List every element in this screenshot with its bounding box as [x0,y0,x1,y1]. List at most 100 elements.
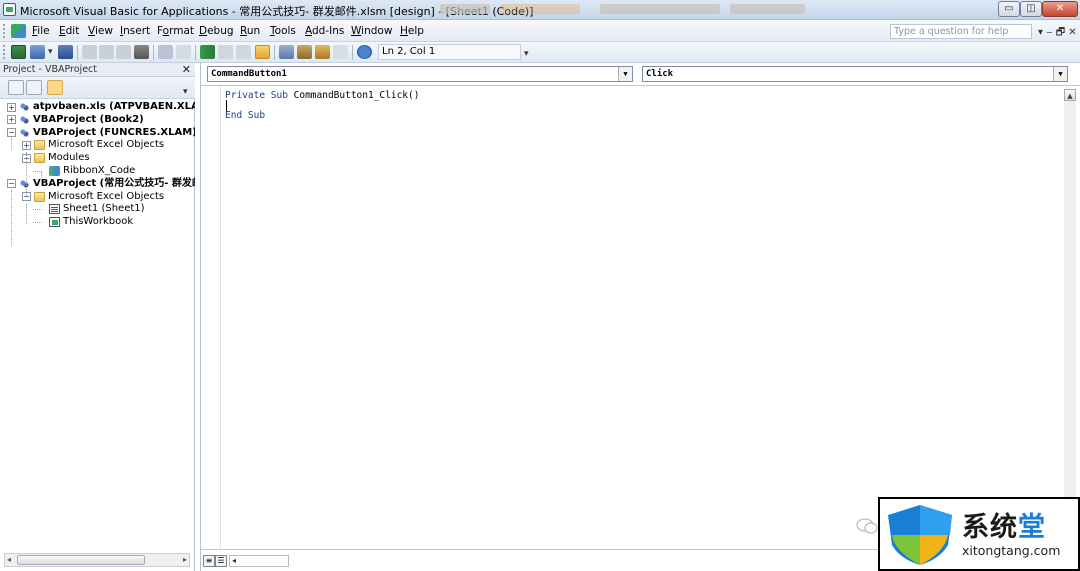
code-line[interactable]: End Sub [225,110,265,122]
tree-expander-icon[interactable]: + [22,140,31,150]
procedure-view-icon[interactable]: ≡ [203,555,215,567]
chevron-down-icon[interactable]: ▼ [618,67,632,81]
object-combo[interactable]: CommandButton1 ▼ [207,66,633,82]
toolbar-grip[interactable] [3,45,6,59]
tree-expander-icon[interactable]: + [7,115,16,125]
menubar-grip[interactable] [3,24,6,38]
scroll-thumb[interactable] [17,555,145,565]
menu-insert[interactable]: Insert [120,25,150,37]
redo-icon[interactable] [176,45,191,59]
vba-project-icon [19,114,30,125]
run-icon[interactable] [200,45,215,59]
module-icon [49,166,60,176]
watermark-brand-highlight: 堂 [1018,512,1046,543]
undo-icon[interactable] [158,45,173,59]
reset-icon[interactable] [236,45,251,59]
dropdown-arrow-icon[interactable]: ▾ [48,47,53,57]
blurred-taskbar-item [440,4,490,14]
menu-run[interactable]: Run [240,25,260,37]
menu-debug[interactable]: Debug [199,25,234,37]
view-code-icon[interactable] [8,80,24,95]
menu-edit[interactable]: Edit [59,25,79,37]
toolbar-separator [352,45,353,60]
scroll-left-icon[interactable]: ◂ [232,556,236,565]
code-horizontal-scrollbar[interactable] [229,555,289,567]
tree-item[interactable]: VBAProject (Book2) [33,114,144,126]
cursor-position-label: Ln 2, Col 1 [378,44,521,60]
chevron-down-icon[interactable]: ▼ [1053,67,1067,81]
project-explorer-icon[interactable] [279,45,294,59]
menu-file[interactable]: File [32,25,50,37]
toolbox-icon[interactable] [333,45,348,59]
insert-userform-icon[interactable] [30,45,45,59]
code-line[interactable]: Private Sub CommandButton1_Click() [225,90,419,102]
close-button[interactable]: ✕ [1042,1,1078,17]
paste-icon[interactable] [116,45,131,59]
tree-item[interactable]: ThisWorkbook [63,216,133,228]
scroll-right-icon[interactable]: ▸ [183,554,187,566]
toggle-folders-icon[interactable] [47,80,63,95]
menu-format[interactable]: Format [157,25,194,37]
toolbar-options-icon[interactable]: ▾ [183,87,188,97]
code-window: CommandButton1 ▼ Click ▼ Private Sub Com… [200,63,1080,571]
help-icon[interactable] [357,45,372,59]
watermark-brand-text: 系统 [962,512,1018,543]
wechat-logo-icon [856,518,878,534]
tree-item[interactable]: Microsoft Excel Objects [48,139,164,151]
design-mode-icon[interactable] [255,45,270,59]
tree-item[interactable]: VBAProject (常用公式技巧- 群发邮件.xlsm) [33,178,195,190]
view-excel-icon[interactable] [11,45,26,59]
tree-connector [26,152,27,196]
properties-window-icon[interactable] [297,45,312,59]
tree-item[interactable]: Modules [48,152,90,164]
shield-logo-icon [888,505,952,565]
folder-icon [34,191,45,202]
project-horizontal-scrollbar[interactable]: ◂ ▸ [4,553,190,567]
restore-button[interactable]: ◫ [1020,1,1042,17]
project-panel-close-icon[interactable]: ✕ [182,63,191,76]
excel-icon[interactable] [11,24,26,38]
code-keyword: End Sub [225,110,266,121]
menu-add-ins[interactable]: Add-Ins [305,25,344,37]
break-icon[interactable] [218,45,233,59]
copy-icon[interactable] [99,45,114,59]
code-text: CommandButton1_Click() [287,90,420,101]
cut-icon[interactable] [82,45,97,59]
tree-item-label: atpvbaen.xls (ATPVBAEN.XLAM) [33,101,195,112]
blurred-taskbar-item [600,4,720,14]
toolbar-separator [274,45,275,60]
tree-item-label: VBAProject (FUNCRES.XLAM) [33,126,195,138]
margin-indicator-bar[interactable] [201,86,221,550]
tree-item[interactable]: VBAProject (FUNCRES.XLAM) [33,127,195,139]
project-panel-title: Project - VBAProject ✕ [0,63,195,77]
folder-icon [34,153,45,164]
menu-tools[interactable]: Tools [270,25,296,37]
vba-app-icon[interactable] [3,3,16,16]
menu-window[interactable]: Window [351,25,392,37]
minimize-button[interactable]: ▭ [998,1,1020,17]
tree-item[interactable]: RibbonX_Code [63,165,135,177]
toolbar-options-icon[interactable]: ▾ [524,49,529,59]
tree-item[interactable]: Sheet1 (Sheet1) [63,203,145,215]
procedure-combo[interactable]: Click ▼ [642,66,1068,82]
menu-help[interactable]: Help [400,25,424,37]
tree-expander-icon[interactable]: − [7,179,16,189]
scroll-up-icon[interactable]: ▲ [1064,89,1076,101]
tree-item[interactable]: atpvbaen.xls (ATPVBAEN.XLAM) [33,101,195,113]
scroll-left-icon[interactable]: ◂ [7,554,11,566]
workbook-icon [49,217,60,228]
menu-view[interactable]: View [88,25,113,37]
tree-expander-icon[interactable]: − [7,128,16,138]
object-browser-icon[interactable] [315,45,330,59]
code-editor[interactable]: Private Sub CommandButton1_Click() End Su… [201,85,1080,550]
full-module-view-icon[interactable]: ☰ [215,555,227,567]
code-vertical-scrollbar[interactable]: ▲ [1064,89,1076,549]
doc-window-controls[interactable]: ▾ ‒ 🗗 ✕ [1038,25,1077,42]
view-object-icon[interactable] [26,80,42,95]
find-icon[interactable] [134,45,149,59]
save-icon[interactable] [58,45,73,59]
tree-expander-icon[interactable]: + [7,102,16,112]
help-question-input[interactable]: Type a question for help [890,24,1032,39]
tree-item[interactable]: Microsoft Excel Objects [48,191,164,203]
tree-item-label: ThisWorkbook [63,216,134,228]
